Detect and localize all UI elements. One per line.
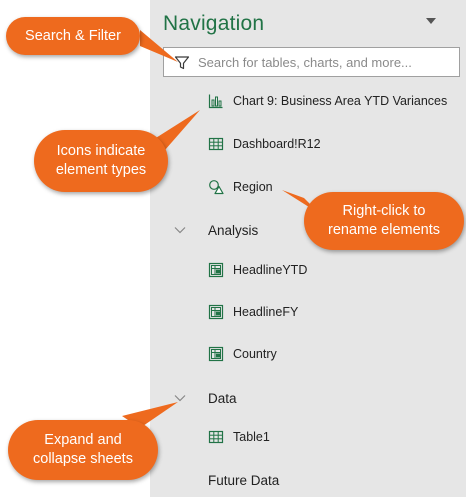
search-input[interactable] — [198, 51, 453, 73]
named-range-icon — [208, 262, 224, 278]
callout-text: Expand and — [44, 432, 122, 448]
callout-text: Icons indicate — [56, 143, 146, 159]
page: Navigation Chart 9: Business Area YTD Va… — [0, 0, 466, 497]
bar-chart-icon — [208, 93, 224, 109]
nav-item-label: Table1 — [233, 430, 270, 444]
callout-rename: Right-click to rename elements — [304, 192, 464, 250]
sheet-label: Data — [208, 390, 237, 406]
chevron-down-icon[interactable] — [172, 225, 188, 235]
callout-expand-collapse: Expand and collapse sheets — [8, 420, 158, 480]
nav-item-dashboard-range[interactable]: Dashboard!R12 — [208, 133, 321, 155]
nav-item-label: HeadlineYTD — [233, 263, 308, 277]
nav-item-chart[interactable]: Chart 9: Business Area YTD Variances — [208, 90, 447, 112]
callout-text: element types — [55, 162, 147, 178]
sheet-label: Future Data — [208, 472, 280, 488]
sheet-label: Analysis — [208, 222, 259, 238]
nav-item-label: Region — [233, 180, 273, 194]
navigation-title: Navigation — [163, 12, 265, 35]
named-range-icon — [208, 346, 224, 362]
callout-text: collapse sheets — [33, 451, 133, 467]
chevron-down-icon[interactable] — [426, 18, 436, 24]
callout-icons: Icons indicate element types — [34, 130, 168, 192]
filter-icon — [174, 55, 190, 71]
callout-text: rename elements — [327, 222, 441, 238]
table-grid-icon — [208, 136, 224, 152]
search-box[interactable] — [163, 47, 460, 77]
nav-item-label: HeadlineFY — [233, 305, 299, 319]
nav-item-headlinefy[interactable]: HeadlineFY — [208, 301, 298, 323]
table-grid-icon — [208, 429, 224, 445]
sheet-future-data[interactable]: Future Data — [208, 469, 279, 491]
nav-item-label: Dashboard!R12 — [233, 137, 321, 151]
chevron-down-icon[interactable] — [172, 393, 188, 403]
nav-item-table1[interactable]: Table1 — [208, 426, 270, 448]
nav-item-headlineytd[interactable]: HeadlineYTD — [208, 259, 307, 281]
callout-text: Search & Filter — [25, 27, 121, 44]
callout-search-filter: Search & Filter — [6, 17, 140, 55]
sheet-analysis[interactable]: Analysis — [208, 219, 258, 241]
nav-item-country[interactable]: Country — [208, 343, 277, 365]
named-range-icon — [208, 304, 224, 320]
nav-item-label: Country — [233, 347, 277, 361]
callout-text: Right-click to — [342, 203, 426, 219]
nav-item-label: Chart 9: Business Area YTD Variances — [233, 94, 448, 108]
nav-item-region-shape[interactable]: Region — [208, 176, 273, 198]
shapes-icon — [208, 179, 224, 195]
sheet-data[interactable]: Data — [208, 387, 237, 409]
